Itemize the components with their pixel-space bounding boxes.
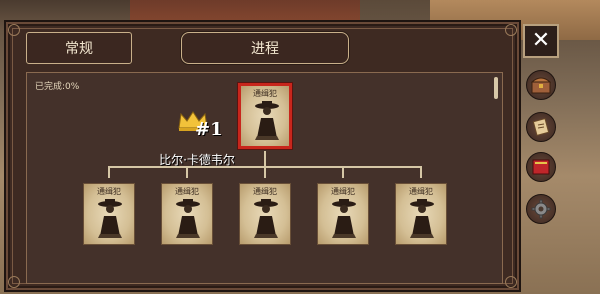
scroll-button[interactable] — [526, 112, 556, 142]
wanted-poster[interactable]: 通缉犯 — [395, 183, 447, 245]
settings-button[interactable] — [526, 194, 556, 224]
tree-connector — [264, 166, 266, 178]
scroll-icon — [532, 118, 550, 136]
progress-panel: 常规 进程 已完成:0% #1 比尔·卡德韦尔 通缉犯 通缉犯 通缉犯 通缉犯 … — [4, 20, 521, 292]
book-icon — [532, 159, 550, 175]
outlaw-silhouette-icon — [255, 101, 279, 140]
tree-connector — [264, 151, 266, 167]
tab-normal[interactable]: 常规 — [26, 32, 132, 64]
boss-wanted-poster[interactable]: 通缉犯 — [238, 83, 292, 149]
completion-text: 已完成:0% — [35, 82, 80, 92]
wanted-poster[interactable]: 通缉犯 — [83, 183, 135, 245]
corner-ornament — [8, 276, 20, 288]
boss-rank: #1 — [195, 119, 223, 140]
corner-ornament — [505, 276, 517, 288]
corner-ornament — [8, 24, 20, 36]
outlaw-silhouette-icon — [254, 199, 278, 238]
tree-connector — [186, 166, 188, 178]
book-button[interactable] — [526, 152, 556, 182]
chest-button[interactable] — [526, 70, 556, 100]
gear-icon — [531, 199, 551, 219]
tree-connector — [342, 166, 344, 178]
tree-connector — [420, 166, 422, 178]
outlaw-silhouette-icon — [410, 199, 434, 238]
progress-tree: 已完成:0% #1 比尔·卡德韦尔 通缉犯 通缉犯 通缉犯 通缉犯 通缉犯 通缉… — [26, 72, 503, 284]
close-button[interactable]: ✕ — [523, 24, 559, 58]
chest-icon — [531, 77, 551, 94]
wanted-poster[interactable]: 通缉犯 — [317, 183, 369, 245]
close-icon: ✕ — [531, 28, 551, 53]
outlaw-silhouette-icon — [332, 199, 356, 238]
corner-ornament — [505, 24, 517, 36]
outlaw-silhouette-icon — [98, 199, 122, 238]
wanted-poster[interactable]: 通缉犯 — [239, 183, 291, 245]
tree-connector — [108, 166, 110, 178]
tab-progress[interactable]: 进程 — [181, 32, 349, 64]
wanted-poster[interactable]: 通缉犯 — [161, 183, 213, 245]
scrollbar[interactable] — [494, 77, 498, 99]
outlaw-silhouette-icon — [176, 199, 200, 238]
